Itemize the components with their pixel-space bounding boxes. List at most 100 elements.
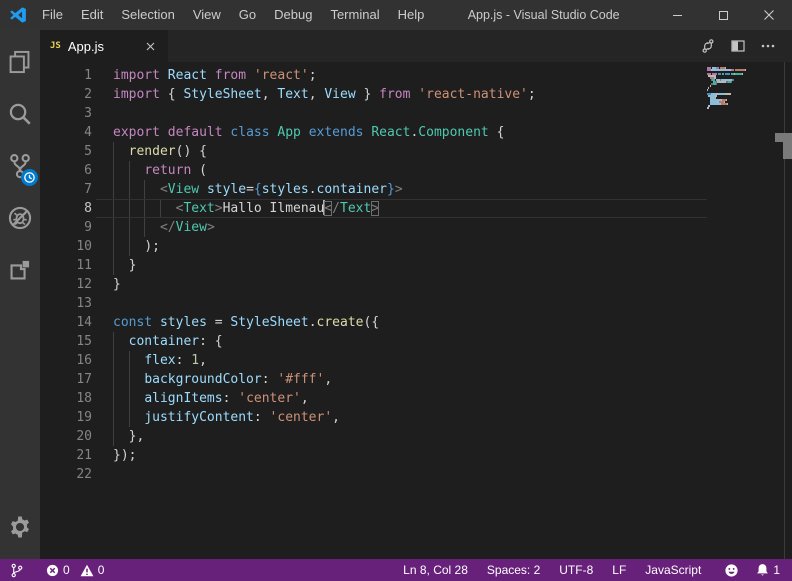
sidebar-item-debug[interactable]: [0, 192, 40, 244]
code-line[interactable]: 6 return (: [40, 161, 792, 180]
code-line[interactable]: 16 flex: 1,: [40, 351, 792, 370]
line-number[interactable]: 2: [40, 85, 92, 104]
code-content: flex: 1,: [113, 351, 792, 370]
open-changes-button[interactable]: [698, 36, 718, 56]
debug-icon: [7, 205, 33, 231]
git-branch-indicator[interactable]: [8, 563, 25, 578]
close-button[interactable]: [746, 0, 792, 30]
code-line[interactable]: 9 </View>: [40, 218, 792, 237]
problems-indicator[interactable]: 0 0: [44, 563, 106, 577]
sidebar-item-explorer[interactable]: [0, 36, 40, 88]
code-line[interactable]: 12}: [40, 275, 792, 294]
line-number[interactable]: 13: [40, 294, 92, 313]
code-line[interactable]: 4export default class App extends React.…: [40, 123, 792, 142]
code-line[interactable]: 22: [40, 465, 792, 484]
line-number[interactable]: 22: [40, 465, 92, 484]
scrollbar-handle-notch[interactable]: [775, 133, 783, 142]
indent-guide: [113, 370, 114, 389]
line-number[interactable]: 5: [40, 142, 92, 161]
code-line[interactable]: 18 alignItems: 'center',: [40, 389, 792, 408]
smiley-icon: [724, 563, 739, 578]
line-number[interactable]: 8: [40, 199, 92, 218]
line-number[interactable]: 20: [40, 427, 92, 446]
minimap[interactable]: [707, 67, 769, 111]
code-line[interactable]: 5 render() {: [40, 142, 792, 161]
maximize-icon: [718, 10, 729, 21]
line-number[interactable]: 12: [40, 275, 92, 294]
sidebar-item-extensions[interactable]: [0, 244, 40, 296]
line-number[interactable]: 3: [40, 104, 92, 123]
status-item[interactable]: Ln 8, Col 28: [401, 563, 470, 577]
indent-guide: [129, 180, 130, 199]
line-number[interactable]: 21: [40, 446, 92, 465]
code-line[interactable]: 8 <Text>Hallo Ilmenau</Text>: [40, 199, 792, 218]
line-number[interactable]: 17: [40, 370, 92, 389]
code-line[interactable]: 7 <View style={styles.container}>: [40, 180, 792, 199]
more-actions-button[interactable]: [758, 36, 778, 56]
status-item[interactable]: JavaScript: [643, 563, 703, 577]
code-line[interactable]: 13: [40, 294, 792, 313]
status-item[interactable]: UTF-8: [557, 563, 595, 577]
indent-guide: [129, 389, 130, 408]
code-line[interactable]: 15 container: {: [40, 332, 792, 351]
code-editor[interactable]: 1 import React from 'react';2import { Sty…: [40, 62, 792, 559]
code-line[interactable]: 21});: [40, 446, 792, 465]
code-line[interactable]: 11 }: [40, 256, 792, 275]
code-line[interactable]: 1 import React from 'react';: [40, 66, 792, 85]
line-number[interactable]: 19: [40, 408, 92, 427]
menu-file[interactable]: File: [33, 0, 72, 30]
settings-button[interactable]: [0, 501, 40, 553]
code-line[interactable]: 14const styles = StyleSheet.create({: [40, 313, 792, 332]
minimize-button[interactable]: [654, 0, 700, 30]
feedback-button[interactable]: [722, 563, 741, 578]
code-line[interactable]: 19 justifyContent: 'center',: [40, 408, 792, 427]
line-number[interactable]: 7: [40, 180, 92, 199]
sidebar-item-search[interactable]: [0, 88, 40, 140]
tab-close-button[interactable]: [142, 38, 158, 54]
line-number[interactable]: 6: [40, 161, 92, 180]
menu-view[interactable]: View: [184, 0, 230, 30]
code-token: backgroundColor: [144, 372, 261, 387]
maximize-button[interactable]: [700, 0, 746, 30]
line-number[interactable]: 14: [40, 313, 92, 332]
menu-terminal[interactable]: Terminal: [321, 0, 388, 30]
status-item[interactable]: LF: [610, 563, 628, 577]
notifications-button[interactable]: 1: [754, 563, 782, 577]
split-editor-button[interactable]: [728, 36, 748, 56]
line-number[interactable]: 15: [40, 332, 92, 351]
code-token: class: [230, 125, 269, 140]
code-line[interactable]: 3: [40, 104, 792, 123]
line-number[interactable]: 16: [40, 351, 92, 370]
indent-guide: [129, 237, 130, 256]
code-line[interactable]: 10 );: [40, 237, 792, 256]
line-number[interactable]: 10: [40, 237, 92, 256]
code-token: View: [324, 87, 355, 102]
code-token: Text: [183, 201, 214, 216]
scrollbar-handle[interactable]: [783, 133, 792, 159]
code-content: import React from 'react';: [113, 66, 792, 85]
tab-appjs[interactable]: JS App.js: [40, 30, 168, 62]
bell-icon: [756, 563, 769, 577]
status-item[interactable]: Spaces: 2: [485, 563, 542, 577]
menu-bar: FileEditSelectionViewGoDebugTerminalHelp: [33, 0, 433, 30]
menu-selection[interactable]: Selection: [112, 0, 183, 30]
line-number[interactable]: 4: [40, 123, 92, 142]
code-line[interactable]: 20 },: [40, 427, 792, 446]
menu-debug[interactable]: Debug: [265, 0, 321, 30]
sidebar-item-source-control[interactable]: [0, 140, 40, 192]
code-token: : {: [199, 334, 222, 349]
line-number[interactable]: 9: [40, 218, 92, 237]
menu-edit[interactable]: Edit: [72, 0, 112, 30]
minimap-line: [707, 109, 769, 111]
line-number[interactable]: 1: [40, 66, 92, 85]
code-line[interactable]: 2import { StyleSheet, Text, View } from …: [40, 85, 792, 104]
code-token: (: [191, 163, 207, 178]
line-number[interactable]: 11: [40, 256, 92, 275]
menu-help[interactable]: Help: [389, 0, 434, 30]
line-number[interactable]: 18: [40, 389, 92, 408]
code-token: [152, 315, 160, 330]
indent-guide: [144, 180, 145, 199]
code-token: ,: [301, 391, 309, 406]
code-line[interactable]: 17 backgroundColor: '#fff',: [40, 370, 792, 389]
menu-go[interactable]: Go: [230, 0, 265, 30]
